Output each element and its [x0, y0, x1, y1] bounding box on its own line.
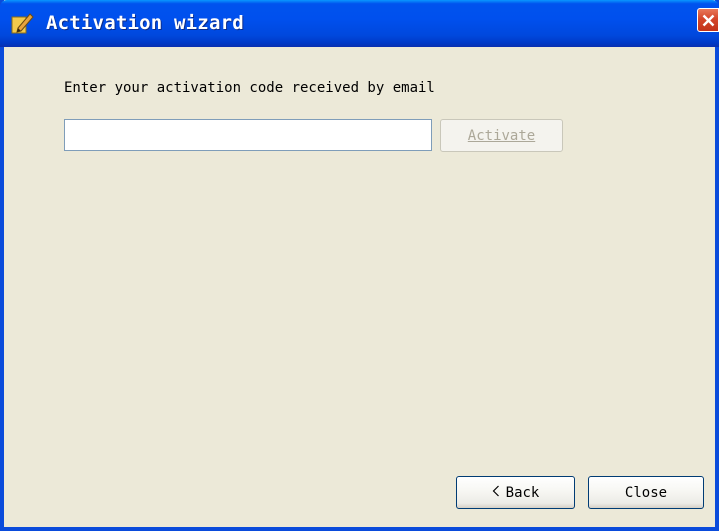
- close-button-label: Close: [624, 484, 668, 501]
- pencil-icon: [10, 11, 34, 35]
- activation-wizard-window: Activation wizard Enter your activation …: [0, 0, 719, 531]
- activate-button[interactable]: Activate: [440, 119, 563, 152]
- close-button[interactable]: Close: [588, 476, 704, 509]
- back-button-label: Back: [505, 484, 540, 501]
- title-close-button[interactable]: [697, 8, 719, 32]
- activation-code-input[interactable]: [64, 119, 432, 151]
- chevron-left-icon: [492, 485, 500, 501]
- title-bar[interactable]: Activation wizard: [0, 0, 719, 47]
- activation-prompt-label: Enter your activation code received by e…: [64, 80, 435, 96]
- window-title: Activation wizard: [46, 12, 244, 34]
- close-icon: [702, 14, 715, 27]
- back-button[interactable]: Back: [456, 476, 575, 509]
- activate-button-label: Activate: [467, 127, 536, 144]
